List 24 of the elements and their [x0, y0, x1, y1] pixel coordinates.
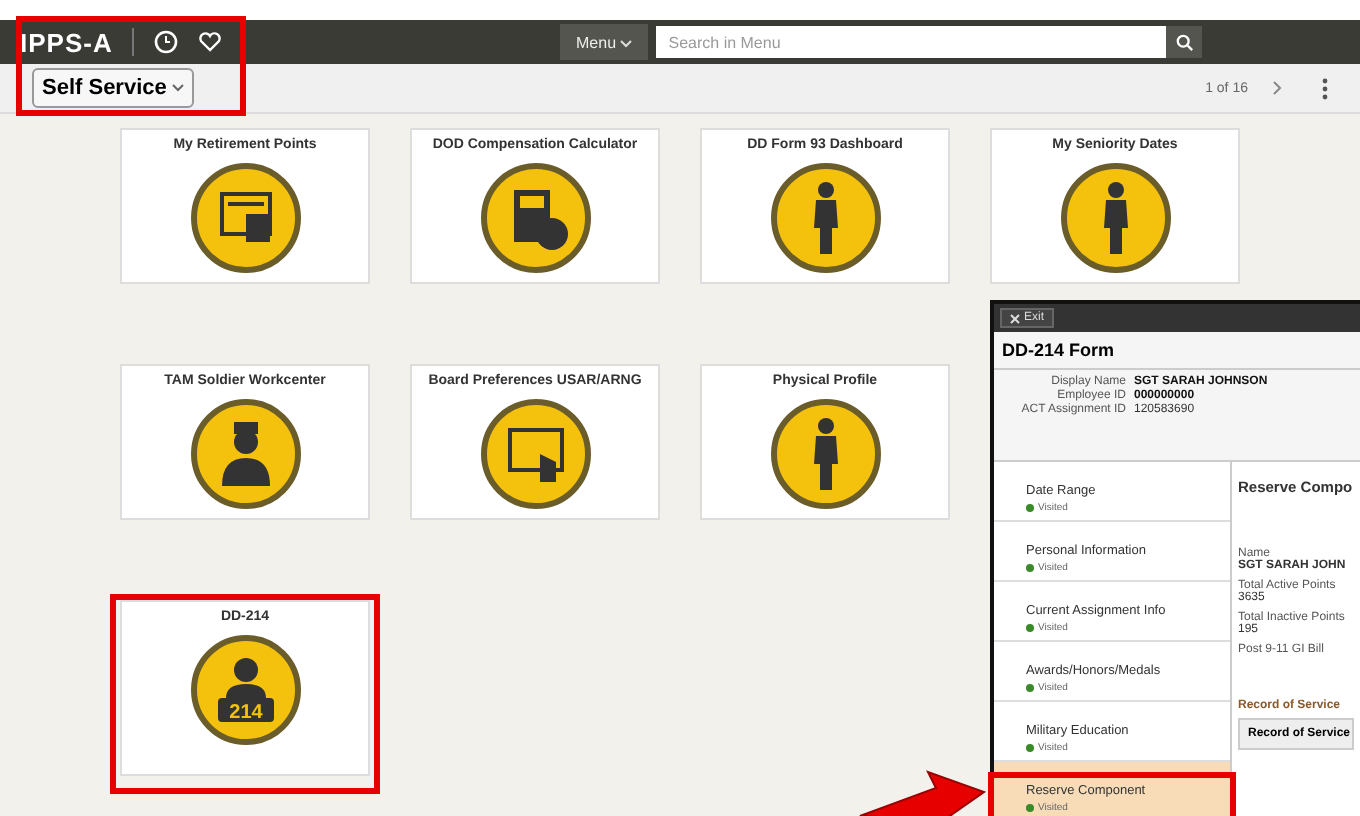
- soldier-icon: [770, 399, 880, 509]
- next-icon[interactable]: [1272, 80, 1282, 96]
- soldier-icon: [770, 163, 880, 273]
- app-logo[interactable]: IPPS-A: [20, 27, 113, 57]
- officer-icon: [190, 399, 300, 509]
- pointer-arrow: [856, 764, 988, 816]
- search-icon: [1175, 33, 1194, 51]
- clock-icon[interactable]: [154, 30, 179, 54]
- search-button[interactable]: [1166, 26, 1203, 58]
- person-badge-icon: [190, 635, 300, 745]
- menu-button[interactable]: Menu: [560, 24, 649, 60]
- soldier-icon: [1060, 163, 1170, 273]
- close-icon: [1010, 313, 1020, 323]
- search-field[interactable]: Search in Menu: [656, 26, 1167, 58]
- screen-touch-icon: [480, 399, 590, 509]
- caret-icon: [620, 39, 633, 47]
- caret-icon: [172, 84, 185, 92]
- more-icon[interactable]: [1322, 77, 1328, 99]
- report-icon: [190, 163, 300, 273]
- heart-icon[interactable]: [198, 30, 223, 54]
- badge-number: 214: [228, 702, 262, 724]
- calculator-icon: [480, 163, 590, 273]
- homepage-dropdown[interactable]: Self Service: [32, 68, 195, 108]
- form-title: DD-214 Form: [994, 332, 1360, 370]
